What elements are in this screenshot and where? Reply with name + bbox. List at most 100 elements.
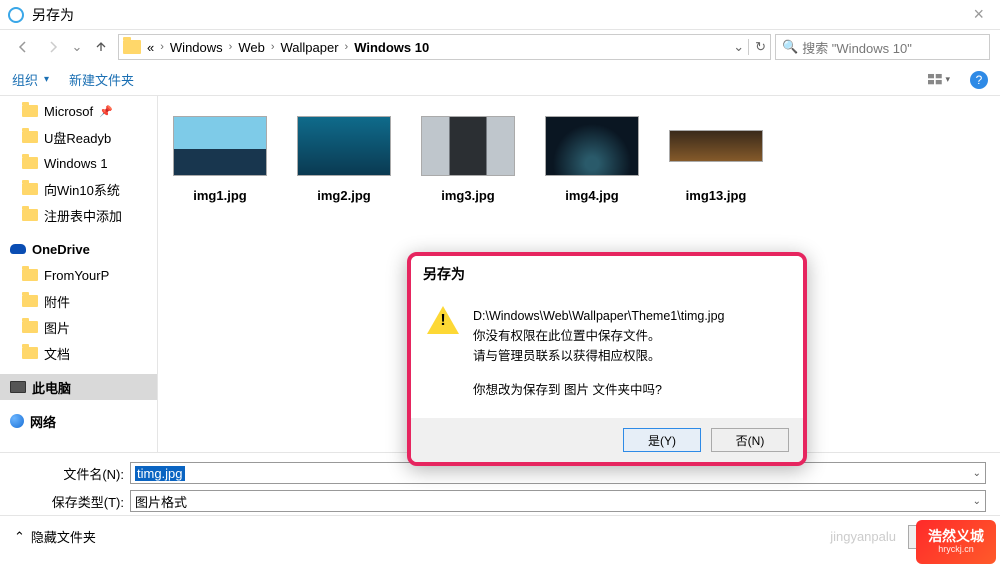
yes-button[interactable]: 是(Y)	[623, 428, 701, 452]
chevron-down-icon[interactable]: ⌄	[973, 496, 981, 507]
sidebar-label: Windows 1	[44, 156, 108, 171]
sidebar-label: 网络	[30, 412, 56, 431]
chevron-down-icon: ▾	[44, 74, 49, 85]
sidebar-label: FromYourP	[44, 268, 109, 283]
sidebar-label: 此电脑	[32, 378, 71, 397]
site-logo: 浩然义城 hryckj.cn	[916, 520, 996, 564]
pin-icon: 📌	[99, 105, 113, 118]
chevron-right-icon: ›	[271, 41, 275, 53]
thumb-label: img3.jpg	[418, 188, 518, 203]
thumb-label: img4.jpg	[542, 188, 642, 203]
up-button[interactable]	[88, 34, 114, 60]
logo-main: 浩然义城	[928, 529, 984, 544]
sidebar-item-2[interactable]: Windows 1	[0, 150, 157, 176]
sidebar-item-1[interactable]: U盘Readyb	[0, 124, 157, 150]
sidebar-label: 附件	[44, 292, 70, 311]
toolbar: 组织 ▾ 新建文件夹 ▾ ?	[0, 64, 1000, 96]
sidebar-item-5[interactable]: OneDrive	[0, 236, 157, 262]
sidebar-item-9[interactable]: 文档	[0, 340, 157, 366]
bc-wallpaper[interactable]: Wallpaper	[281, 40, 339, 55]
sidebar: Microsof 📌 U盘Readyb Windows 1 向Win10系统注册表中添加…	[0, 96, 158, 452]
sidebar-label: OneDrive	[32, 242, 90, 257]
footer: ⌃ 隐藏文件夹 jingyanpalu 保存(S)	[0, 515, 1000, 557]
pc-icon	[10, 381, 26, 393]
thumbnail-1[interactable]: img2.jpg	[294, 116, 394, 203]
title-bar: 另存为 ×	[0, 0, 1000, 30]
app-icon	[8, 7, 24, 23]
thumbnail-2[interactable]: img3.jpg	[418, 116, 518, 203]
no-button[interactable]: 否(N)	[711, 428, 789, 452]
help-button[interactable]: ?	[970, 71, 988, 89]
hide-folders-label: 隐藏文件夹	[31, 527, 96, 546]
folder-icon	[22, 183, 38, 195]
organize-menu[interactable]: 组织	[12, 70, 38, 89]
sidebar-item-4[interactable]: 注册表中添加	[0, 202, 157, 228]
recent-button[interactable]: ⌄	[70, 34, 84, 60]
sidebar-item-11[interactable]: 网络	[0, 408, 157, 434]
logo-sub: hryckj.cn	[938, 545, 974, 555]
sidebar-label: U盘Readyb	[44, 128, 111, 147]
thumb-image	[669, 130, 763, 162]
bc-web[interactable]: Web	[238, 40, 265, 55]
thumbnail-grid: img1.jpg img2.jpg img3.jpg img4.jpg img13.jp…	[170, 116, 988, 203]
breadcrumb[interactable]: « › Windows › Web › Wallpaper › Windows …	[118, 34, 771, 60]
thumbnail-3[interactable]: img4.jpg	[542, 116, 642, 203]
dialog-path: D:\Windows\Web\Wallpaper\Theme1\timg.jpg	[473, 306, 724, 326]
sidebar-label: Microsof	[44, 104, 93, 119]
filetype-value: 图片格式	[135, 492, 187, 511]
folder-icon	[123, 40, 141, 54]
view-button[interactable]: ▾	[928, 69, 950, 91]
chevron-right-icon: ›	[160, 41, 164, 53]
search-placeholder: 搜索 "Windows 10"	[802, 38, 912, 57]
folder-icon	[22, 347, 38, 359]
hide-folders-toggle[interactable]: ⌃ 隐藏文件夹	[14, 527, 96, 546]
warning-icon: !	[427, 306, 459, 334]
folder-icon	[22, 209, 38, 221]
filename-label: 文件名(N):	[14, 464, 124, 483]
chevron-down-icon[interactable]: ⌄	[973, 468, 981, 479]
thumbnail-0[interactable]: img1.jpg	[170, 116, 270, 203]
filename-value: timg.jpg	[135, 466, 185, 481]
back-button[interactable]	[10, 34, 36, 60]
folder-icon	[22, 295, 38, 307]
window-title: 另存为	[32, 5, 965, 25]
sidebar-item-3[interactable]: 向Win10系统	[0, 176, 157, 202]
filetype-label: 保存类型(T):	[14, 492, 124, 511]
folder-icon	[22, 269, 38, 281]
filetype-select[interactable]: 图片格式 ⌄	[130, 490, 986, 512]
sidebar-item-10[interactable]: 此电脑	[0, 374, 157, 400]
sidebar-label: 向Win10系统	[44, 180, 120, 199]
breadcrumb-dropdown[interactable]: ⌄↻	[733, 39, 766, 55]
thumb-label: img13.jpg	[666, 188, 766, 203]
forward-button[interactable]	[40, 34, 66, 60]
folder-icon	[22, 131, 38, 143]
sidebar-label: 文档	[44, 344, 70, 363]
new-folder-button[interactable]: 新建文件夹	[69, 70, 134, 89]
bc-win10[interactable]: Windows 10	[354, 40, 429, 55]
thumb-image	[173, 116, 267, 176]
dialog-question: 你想改为保存到 图片 文件夹中吗?	[473, 380, 724, 400]
network-icon	[10, 414, 24, 428]
sidebar-item-8[interactable]: 图片	[0, 314, 157, 340]
sidebar-item-0[interactable]: Microsof 📌	[0, 98, 157, 124]
chevron-up-icon: ⌃	[14, 529, 25, 545]
bc-prefix: «	[147, 40, 154, 55]
bc-windows[interactable]: Windows	[170, 40, 223, 55]
sidebar-item-6[interactable]: FromYourP	[0, 262, 157, 288]
sidebar-item-7[interactable]: 附件	[0, 288, 157, 314]
dialog-message: D:\Windows\Web\Wallpaper\Theme1\timg.jpg…	[473, 306, 724, 400]
thumb-label: img2.jpg	[294, 188, 394, 203]
thumb-image	[297, 116, 391, 176]
sidebar-label: 注册表中添加	[44, 206, 122, 225]
thumbnail-4[interactable]: img13.jpg	[666, 116, 766, 203]
chevron-right-icon: ›	[229, 41, 233, 53]
search-input[interactable]: 🔍 搜索 "Windows 10"	[775, 34, 990, 60]
dialog-title: 另存为	[411, 256, 803, 292]
close-button[interactable]: ×	[965, 4, 992, 25]
folder-icon	[22, 321, 38, 333]
dialog-line3: 请与管理员联系以获得相应权限。	[473, 346, 724, 366]
thumb-image	[545, 116, 639, 176]
nav-bar: ⌄ « › Windows › Web › Wallpaper › Window…	[0, 30, 1000, 64]
folder-icon	[22, 105, 38, 117]
permission-dialog: 另存为 ! D:\Windows\Web\Wallpaper\Theme1\ti…	[407, 252, 807, 466]
